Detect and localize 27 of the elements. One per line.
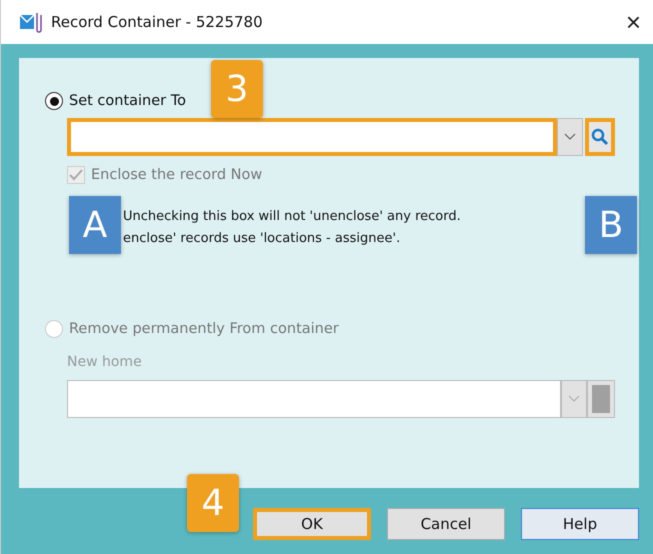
close-button[interactable]: × [626, 9, 641, 35]
callout-badge: 3 [211, 60, 263, 118]
window-title: Record Container - 5225780 [51, 13, 264, 31]
chevron-down-icon [564, 133, 576, 141]
browse-button[interactable] [587, 380, 615, 418]
chevron-down-icon [568, 395, 580, 403]
option-label: Set container To [69, 93, 186, 109]
search-icon [591, 128, 609, 146]
field-label: New home [67, 354, 143, 370]
callout-badge: A [69, 196, 121, 254]
check-icon [69, 169, 83, 181]
radio-button[interactable] [45, 92, 63, 110]
new-home-field[interactable] [67, 380, 561, 418]
note-text: Unchecking this box will not 'unenclose' any record. [123, 208, 461, 226]
option-label: Remove permanently From container [69, 321, 339, 337]
dialog-button[interactable]: OK [253, 508, 371, 540]
checkbox-label: Enclose the record Now [91, 167, 262, 183]
callout-badge: B [585, 196, 637, 254]
dropdown-button[interactable] [561, 380, 587, 418]
dialog-button[interactable]: Help [521, 508, 639, 540]
envelope-clip-icon [19, 11, 43, 33]
note-text: enclose' records use 'locations - assignee'. [123, 230, 400, 248]
search-button[interactable] [585, 118, 615, 156]
dialog-button[interactable]: Cancel [387, 508, 505, 540]
container-field[interactable] [67, 118, 557, 156]
dropdown-button[interactable] [557, 118, 583, 156]
callout-badge: 4 [187, 474, 239, 532]
